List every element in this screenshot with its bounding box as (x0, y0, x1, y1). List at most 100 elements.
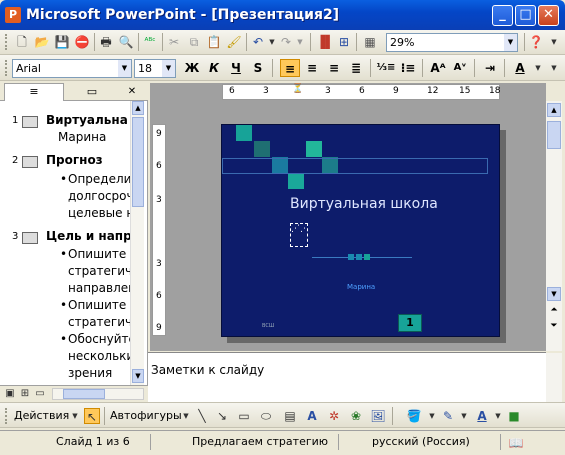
slide-icon[interactable] (22, 231, 38, 244)
notes-placeholder[interactable]: Заметки к слайду (151, 363, 264, 377)
scroll-thumb[interactable] (547, 121, 561, 149)
open-folder-icon[interactable]: 📂 (34, 34, 50, 50)
chevron-down-icon[interactable]: ▼ (504, 34, 517, 51)
align-right-icon[interactable]: ≡ (324, 59, 344, 77)
align-left-icon[interactable]: ≡ (280, 59, 300, 77)
fill-color-icon[interactable]: 🪣 (406, 408, 422, 424)
bullets-icon[interactable]: ⁝≡ (398, 59, 418, 77)
picture-icon[interactable]: 🖼 (370, 408, 386, 424)
slide-canvas[interactable]: Виртуальная школа ⋰⋰ Марина ВСШ 1 (221, 124, 500, 337)
redo-dropdown-icon[interactable]: ▼ (292, 34, 308, 50)
hscroll-thumb[interactable] (63, 389, 105, 399)
maximize-button[interactable]: □ (515, 5, 536, 26)
outline-item[interactable]: стратегич (68, 315, 130, 329)
previous-slide-icon[interactable]: ⏶ (547, 305, 561, 319)
outline-item[interactable]: Опишите (68, 298, 130, 312)
chevron-down-icon[interactable]: ▼ (118, 60, 131, 77)
underline-button[interactable]: Ч (226, 59, 246, 77)
slide-title[interactable]: Виртуальная школа (290, 196, 438, 212)
paste-icon[interactable]: 📋 (206, 34, 222, 50)
toolbar-grip[interactable] (5, 34, 8, 50)
normal-view-icon[interactable]: ▣ (2, 386, 18, 402)
outline-item[interactable]: Прогноз (46, 153, 130, 167)
chevron-down-icon[interactable]: ▼ (162, 60, 175, 77)
align-center-icon[interactable]: ≡ (302, 59, 322, 77)
toolbar-grip[interactable] (5, 408, 8, 424)
scroll-thumb[interactable] (132, 117, 144, 207)
slide-subtitle[interactable]: Марина (347, 283, 375, 291)
decrease-font-icon[interactable]: Aᵛ (450, 59, 470, 77)
close-button[interactable]: ✕ (538, 5, 559, 26)
outline-scrollbar[interactable]: ▲ ▼ (130, 101, 144, 385)
shadow-style-icon[interactable]: ■ (506, 408, 522, 424)
outline-item[interactable]: Обоснуйте (68, 332, 130, 346)
textbox-icon[interactable]: ▤ (282, 408, 298, 424)
justify-icon[interactable]: ≣ (346, 59, 366, 77)
format-painter-icon[interactable]: 🖌 (226, 34, 242, 50)
bold-button[interactable]: Ж (182, 59, 202, 77)
show-grid-icon[interactable]: ▦ (362, 34, 378, 50)
insert-chart-icon[interactable]: ▐▌ (316, 34, 334, 50)
outline-hscrollbar[interactable] (52, 388, 144, 400)
new-document-icon[interactable]: 🗋 (14, 34, 30, 50)
wordart-icon[interactable]: A (304, 408, 320, 424)
indent-icon[interactable]: ⇥ (480, 59, 500, 77)
arrow-icon[interactable]: ↘ (214, 408, 230, 424)
actions-menu[interactable]: Действия (14, 409, 69, 422)
insert-table-icon[interactable]: ⊞ (336, 34, 352, 50)
save-icon[interactable]: 💾 (54, 34, 70, 50)
chevron-down-icon[interactable]: ▼ (178, 408, 194, 424)
outline-item[interactable]: направлен (68, 281, 130, 295)
chevron-down-icon[interactable]: ▼ (456, 408, 472, 424)
clipart-icon[interactable]: ❀ (348, 408, 364, 424)
outline-item[interactable]: Опишите (68, 247, 130, 261)
font-size-select[interactable]: 18 ▼ (134, 59, 176, 78)
scroll-up-icon[interactable]: ▲ (547, 103, 561, 117)
font-color-dropdown-icon[interactable]: ▼ (530, 60, 546, 76)
outline-item[interactable]: Виртуальна (46, 113, 130, 127)
close-pane-icon[interactable]: ✕ (124, 84, 140, 100)
cut-icon[interactable]: ✂ (166, 34, 182, 50)
toolbar-grip[interactable] (5, 60, 8, 76)
next-slide-icon[interactable]: ⏷ (547, 321, 561, 335)
rectangle-icon[interactable]: ▭ (236, 408, 252, 424)
outline-item[interactable]: нескольки (68, 349, 130, 363)
help-icon[interactable]: ❓ (528, 34, 544, 50)
indent-marker-icon[interactable]: ⏳ (292, 84, 303, 102)
toolbar-options-icon[interactable]: ▼ (546, 60, 562, 76)
permission-icon[interactable]: ⛔ (74, 34, 90, 50)
slide-icon[interactable] (22, 156, 38, 168)
shadow-button[interactable]: S (248, 59, 268, 77)
font-color-icon[interactable]: A (510, 59, 530, 77)
diagram-icon[interactable]: ✲ (326, 408, 342, 424)
print-icon[interactable]: 🖶 (98, 34, 114, 50)
placeholder-handle-icon[interactable]: ⋰⋰ (290, 223, 309, 247)
print-preview-icon[interactable]: 🔍 (118, 34, 134, 50)
increase-font-icon[interactable]: Aᴬ (428, 59, 448, 77)
scroll-down-icon[interactable]: ▼ (132, 369, 144, 383)
slide-scrollbar[interactable]: ▲ ▼ ⏶ ⏷ (546, 101, 562, 351)
slide-sorter-icon[interactable]: ⊞ (17, 386, 33, 402)
font-select[interactable]: Arial ▼ (12, 59, 132, 78)
outline-item[interactable]: Марина (58, 130, 130, 144)
spelling-icon[interactable]: ᴬᴮᶜ (142, 34, 158, 50)
oval-icon[interactable]: ⬭ (258, 408, 274, 424)
tab-outline[interactable]: ≡ (4, 83, 64, 101)
notes-pane[interactable]: Заметки к слайду (148, 352, 562, 403)
chevron-down-icon[interactable]: ▼ (67, 408, 83, 424)
zoom-select[interactable]: 29% ▼ (386, 33, 518, 52)
outline-item[interactable]: целевые н (68, 206, 130, 220)
outline-item[interactable]: Определи (68, 172, 130, 186)
line-color-icon[interactable]: ✎ (440, 408, 456, 424)
outline-item[interactable]: долгосроч (68, 189, 130, 203)
spelling-status-icon[interactable]: 📖 (508, 435, 524, 451)
chevron-down-icon[interactable]: ▼ (490, 408, 506, 424)
scroll-down-icon[interactable]: ▼ (547, 287, 561, 301)
italic-button[interactable]: К (204, 59, 224, 77)
font-color-icon[interactable]: A (474, 408, 490, 424)
chevron-down-icon[interactable]: ▼ (424, 408, 440, 424)
notes-scrollbar[interactable] (546, 353, 562, 403)
minimize-button[interactable]: _ (492, 5, 513, 26)
scroll-up-icon[interactable]: ▲ (132, 101, 144, 115)
slide-icon[interactable] (22, 116, 38, 128)
